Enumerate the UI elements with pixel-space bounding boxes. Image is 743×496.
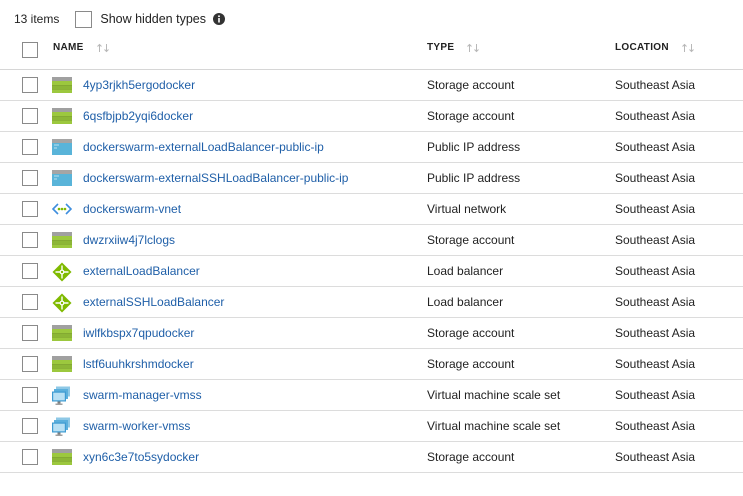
resource-type: Storage account [427,78,515,92]
resource-type: Virtual machine scale set [427,419,561,433]
resource-name-link[interactable]: externalSSHLoadBalancer [83,295,224,309]
resource-type: Virtual machine scale set [427,388,561,402]
row-checkbox[interactable] [22,387,38,403]
resource-location: Southeast Asia [615,140,696,154]
show-hidden-types-label: Show hidden types [100,12,206,26]
storage-account-icon [52,448,72,466]
row-checkbox[interactable] [22,77,38,93]
storage-account-icon [52,76,72,94]
table-row[interactable]: externalLoadBalancer Load balancer Southea… [0,256,743,287]
table-row[interactable]: swarm-worker-vmss Virtual machine scale s… [0,411,743,442]
column-header-name-label: NAME [53,42,84,53]
resource-type: Storage account [427,450,515,464]
resource-name-link[interactable]: externalLoadBalancer [83,264,200,278]
resource-location: Southeast Asia [615,326,696,340]
storage-account-icon [52,355,72,373]
resource-name-link[interactable]: dockerswarm-vnet [83,202,181,216]
column-header-type-label: TYPE [427,42,455,53]
resource-name-link[interactable]: dockerswarm-externalLoadBalancer-public-… [83,140,324,154]
table-row[interactable]: iwlfkbspx7qpudocker Storage account Southe… [0,318,743,349]
resource-type: Storage account [427,109,515,123]
resource-location: Southeast Asia [615,450,696,464]
resource-type: Virtual network [427,202,507,216]
resource-name-link[interactable]: dwzrxiiw4j7lclogs [83,233,175,247]
row-checkbox[interactable] [22,356,38,372]
resource-location: Southeast Asia [615,357,696,371]
storage-account-icon [52,231,72,249]
load-balancer-icon [52,262,72,282]
info-icon[interactable] [213,13,225,25]
resource-name-link[interactable]: iwlfkbspx7qpudocker [83,326,194,340]
resource-type: Public IP address [427,140,521,154]
row-checkbox[interactable] [22,449,38,465]
table-row[interactable]: externalSSHLoadBalancer Load balancer Sout… [0,287,743,318]
show-hidden-types-checkbox[interactable] [75,10,93,28]
row-checkbox[interactable] [22,263,38,279]
row-checkbox[interactable] [22,294,38,310]
vm-scale-set-icon [52,417,72,436]
table-header: NAME TYPE LOCATION [0,33,743,70]
column-header-location-label: LOCATION [615,42,669,53]
row-checkbox[interactable] [22,325,38,341]
table-row[interactable]: dockerswarm-externalLoadBalancer-public-… [0,132,743,163]
table-row[interactable]: dockerswarm-vnet Virtual network Southeast… [0,194,743,225]
resource-type: Storage account [427,326,515,340]
resource-location: Southeast Asia [615,202,696,216]
public-ip-icon [52,138,72,156]
vm-scale-set-icon [52,386,72,405]
column-header-location[interactable]: LOCATION [615,42,695,53]
resource-location: Southeast Asia [615,78,696,92]
resource-type: Public IP address [427,171,521,185]
table-row[interactable]: dwzrxiiw4j7lclogs Storage account Southeas… [0,225,743,256]
sort-icon[interactable] [681,43,695,53]
table-row[interactable]: swarm-manager-vmss Virtual machine scale … [0,380,743,411]
load-balancer-icon [52,293,72,313]
storage-account-icon [52,107,72,125]
resource-location: Southeast Asia [615,295,696,309]
public-ip-icon [52,169,72,187]
resource-type: Load balancer [427,264,504,278]
item-count: 13 items [14,12,60,26]
row-checkbox[interactable] [22,139,38,155]
table-row[interactable]: 6qsfbjpb2yqi6docker Storage account Southe… [0,101,743,132]
resource-location: Southeast Asia [615,233,696,247]
virtual-network-icon [51,200,73,218]
resource-location: Southeast Asia [615,419,696,433]
show-hidden-types-toggle[interactable]: Show hidden types [75,10,225,28]
resource-name-link[interactable]: 4yp3rjkh5ergodocker [83,78,195,92]
row-checkbox[interactable] [22,418,38,434]
resource-name-link[interactable]: dockerswarm-externalSSHLoadBalancer-publ… [83,171,348,185]
column-header-name[interactable]: NAME [53,42,110,53]
resource-location: Southeast Asia [615,109,696,123]
table-row[interactable]: 4yp3rjkh5ergodocker Storage account Southe… [0,70,743,101]
resource-location: Southeast Asia [615,388,696,402]
column-header-type[interactable]: TYPE [427,42,480,53]
resource-location: Southeast Asia [615,264,696,278]
resource-type: Storage account [427,357,515,371]
resource-name-link[interactable]: lstf6uuhkrshmdocker [83,357,194,371]
table-row[interactable]: xyn6c3e7to5sydocker Storage account Southe… [0,442,743,473]
toolbar: 13 items Show hidden types [14,8,225,30]
row-checkbox[interactable] [22,108,38,124]
storage-account-icon [52,324,72,342]
table-row[interactable]: lstf6uuhkrshmdocker Storage account Southe… [0,349,743,380]
row-checkbox[interactable] [22,232,38,248]
resource-type: Load balancer [427,295,504,309]
resource-name-link[interactable]: 6qsfbjpb2yqi6docker [83,109,193,123]
resource-location: Southeast Asia [615,171,696,185]
resource-name-link[interactable]: swarm-worker-vmss [83,419,190,433]
sort-icon[interactable] [466,43,480,53]
row-checkbox[interactable] [22,201,38,217]
select-all-checkbox[interactable] [22,42,38,58]
resource-list: 4yp3rjkh5ergodocker Storage account Southe… [0,70,743,473]
resource-name-link[interactable]: xyn6c3e7to5sydocker [83,450,199,464]
sort-icon[interactable] [96,43,110,53]
resource-type: Storage account [427,233,515,247]
table-row[interactable]: dockerswarm-externalSSHLoadBalancer-publ… [0,163,743,194]
resource-name-link[interactable]: swarm-manager-vmss [83,388,202,402]
row-checkbox[interactable] [22,170,38,186]
